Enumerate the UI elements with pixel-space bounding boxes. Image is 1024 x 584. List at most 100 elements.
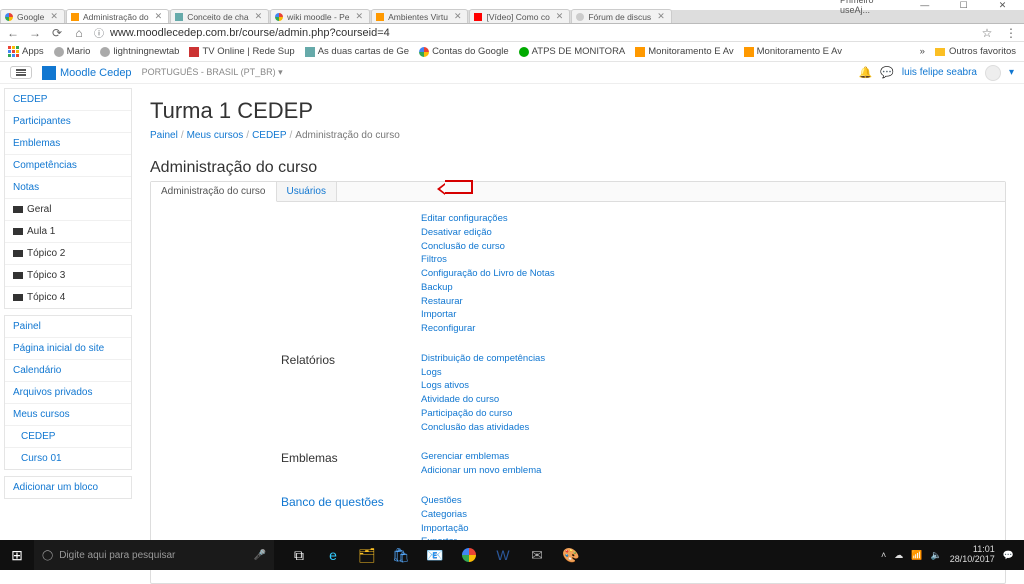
moodle-brand[interactable]: Moodle Cedep [42, 66, 132, 80]
admin-link[interactable]: Participação do curso [421, 407, 545, 421]
admin-link[interactable]: Atividade do curso [421, 393, 545, 407]
chrome-menu-button[interactable]: ⋮ [1004, 26, 1018, 40]
admin-link[interactable]: Restaurar [421, 295, 555, 309]
window-maximize-button[interactable]: ☐ [950, 0, 977, 11]
window-minimize-button[interactable]: — [911, 0, 938, 10]
tray-volume-icon[interactable]: 🔈 [931, 550, 942, 561]
tray-cloud-icon[interactable]: ☁ [894, 550, 903, 561]
chrome-tab[interactable]: Administração do✕ [66, 9, 169, 23]
admin-link[interactable]: Logs [421, 366, 545, 380]
address-bar[interactable]: ⓘ www.moodlecedep.com.br/course/admin.ph… [94, 25, 972, 40]
user-menu-caret[interactable]: ▾ [1009, 67, 1014, 78]
admin-link[interactable]: Reconfigurar [421, 322, 555, 336]
tab-close-icon[interactable]: ✕ [50, 11, 58, 22]
bookmark-item[interactable]: ATPS DE MONITORA [519, 46, 626, 57]
sidebar-item[interactable]: Notas [5, 177, 131, 199]
bookmarks-overflow[interactable]: » [920, 46, 925, 57]
admin-link[interactable]: Importação [421, 522, 469, 536]
admin-link[interactable]: Importar [421, 308, 555, 322]
sidebar-item[interactable]: Meus cursos [5, 404, 131, 426]
sidebar-item[interactable]: Participantes [5, 111, 131, 133]
mail-icon[interactable]: ✉ [520, 540, 554, 570]
nav-home-button[interactable]: ⌂ [72, 26, 86, 40]
admin-link[interactable]: Filtros [421, 253, 555, 267]
notifications-button[interactable]: 💬 [1003, 550, 1014, 561]
apps-button[interactable]: Apps [8, 46, 44, 57]
sidebar-item[interactable]: Arquivos privados [5, 382, 131, 404]
sidebar-item[interactable]: Geral [5, 199, 131, 221]
app-icon[interactable]: 📧 [418, 540, 452, 570]
breadcrumb-link[interactable]: Meus cursos [187, 130, 244, 141]
bookmark-item[interactable]: lightningnewtab [100, 46, 179, 57]
mic-icon[interactable]: 🎤 [254, 550, 266, 561]
admin-link[interactable]: Desativar edição [421, 226, 555, 240]
sidebar-item[interactable]: Curso 01 [5, 448, 131, 469]
sidebar-item[interactable]: Adicionar um bloco [5, 477, 131, 498]
task-view-button[interactable]: ⧉ [282, 540, 316, 570]
notification-bell-icon[interactable]: 🔔 [859, 66, 873, 79]
chrome-tab[interactable]: Ambientes Virtu✕ [371, 9, 468, 23]
chrome-tab[interactable]: Fórum de discus✕ [571, 9, 671, 23]
hamburger-button[interactable] [10, 66, 32, 79]
window-close-button[interactable]: ✕ [989, 0, 1016, 11]
sidebar-item[interactable]: Painel [5, 316, 131, 338]
admin-link[interactable]: Categorias [421, 508, 469, 522]
tab-close-icon[interactable]: ✕ [454, 11, 462, 22]
tab-close-icon[interactable]: ✕ [356, 11, 364, 22]
breadcrumb-link[interactable]: CEDEP [252, 130, 286, 141]
sidebar-item[interactable]: Calendário [5, 360, 131, 382]
tab-close-icon[interactable]: ✕ [657, 11, 665, 22]
admin-link[interactable]: Conclusão de curso [421, 240, 555, 254]
breadcrumb-link[interactable]: Painel [150, 130, 178, 141]
sidebar-item[interactable]: Emblemas [5, 133, 131, 155]
sidebar-item[interactable]: Tópico 3 [5, 265, 131, 287]
bookmark-item[interactable]: Monitoramento E Av [744, 46, 842, 57]
paint-icon[interactable]: 🎨 [554, 540, 588, 570]
taskbar-clock[interactable]: 11:01 28/10/2017 [950, 545, 995, 565]
other-bookmarks[interactable]: Outros favoritos [949, 46, 1016, 57]
admin-link[interactable]: Distribuição de competências [421, 352, 545, 366]
sidebar-item[interactable]: Tópico 2 [5, 243, 131, 265]
admin-link[interactable]: Configuração do Livro de Notas [421, 267, 555, 281]
tray-chevron-icon[interactable]: ˄ [881, 550, 886, 560]
nav-reload-button[interactable]: ⟳ [50, 26, 64, 40]
bookmark-item[interactable]: TV Online | Rede Sup [189, 46, 294, 57]
admin-link[interactable]: Adicionar um novo emblema [421, 464, 541, 478]
admin-link[interactable]: Backup [421, 281, 555, 295]
info-icon[interactable]: ⓘ [94, 25, 104, 40]
nav-back-button[interactable]: ← [6, 26, 20, 40]
language-selector[interactable]: PORTUGUÊS - BRASIL (PT_BR) ▾ [142, 67, 283, 78]
bookmark-item[interactable]: Monitoramento E Av [635, 46, 733, 57]
chrome-tab[interactable]: Google✕ [0, 9, 65, 23]
chrome-tab[interactable]: Conceito de cha✕ [170, 9, 269, 23]
admin-link[interactable]: Conclusão das atividades [421, 421, 545, 435]
star-icon[interactable]: ☆ [980, 26, 994, 40]
tray-wifi-icon[interactable]: 📶 [911, 550, 922, 561]
word-icon[interactable]: W [486, 540, 520, 570]
taskbar-search[interactable]: ◯ Digite aqui para pesquisar 🎤 [34, 540, 274, 570]
admin-tab[interactable]: Administração do curso [151, 182, 277, 202]
sidebar-item[interactable]: Tópico 4 [5, 287, 131, 308]
avatar[interactable] [985, 65, 1001, 81]
bookmark-item[interactable]: Contas do Google [419, 46, 509, 57]
explorer-icon[interactable]: 🗂 [350, 540, 384, 570]
store-icon[interactable]: 🛍 [384, 540, 418, 570]
tab-close-icon[interactable]: ✕ [556, 11, 564, 22]
bookmark-item[interactable]: Mario [54, 46, 91, 57]
chrome-icon[interactable] [452, 540, 486, 570]
sidebar-item[interactable]: Página inicial do site [5, 338, 131, 360]
admin-link[interactable]: Questões [421, 494, 469, 508]
start-button[interactable]: ⊞ [0, 547, 34, 564]
chrome-tab[interactable]: wiki moodle - Pe✕ [270, 9, 370, 23]
admin-link[interactable]: Gerenciar emblemas [421, 450, 541, 464]
nav-forward-button[interactable]: → [28, 26, 42, 40]
admin-tab[interactable]: Usuários [277, 182, 337, 201]
edge-icon[interactable]: e [316, 540, 350, 570]
admin-link[interactable]: Editar configurações [421, 212, 555, 226]
sidebar-item[interactable]: CEDEP [5, 426, 131, 448]
bookmark-item[interactable]: As duas cartas de Ge [305, 46, 409, 57]
sidebar-item[interactable]: Aula 1 [5, 221, 131, 243]
sidebar-item[interactable]: CEDEP [5, 89, 131, 111]
messages-icon[interactable]: 💬 [880, 66, 894, 79]
user-name[interactable]: luis felipe seabra [902, 67, 977, 78]
